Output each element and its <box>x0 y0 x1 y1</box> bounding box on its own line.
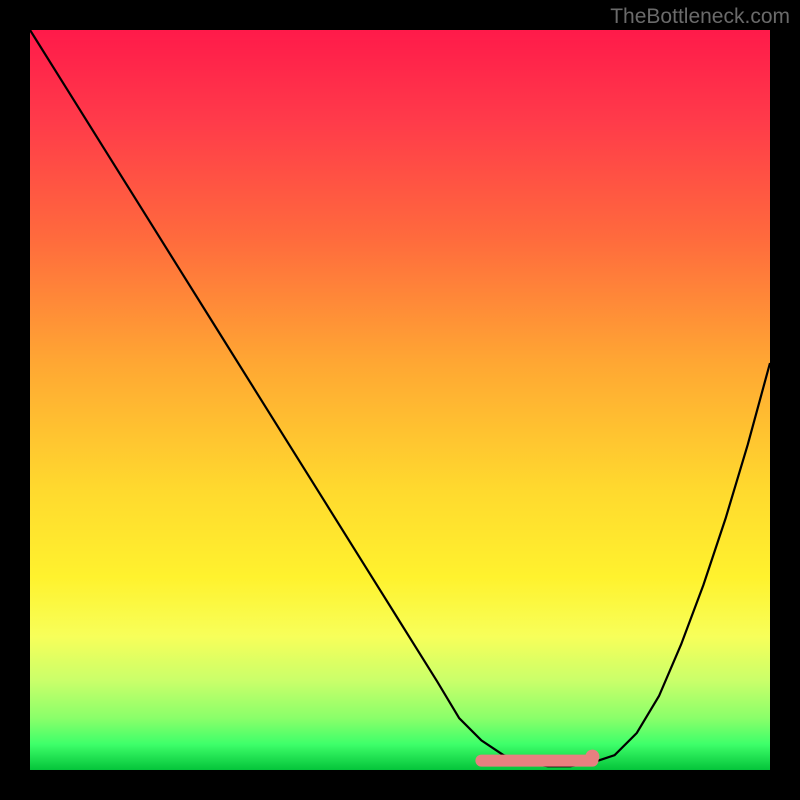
flat-region-end-dot <box>585 750 599 764</box>
chart-plot-area <box>30 30 770 770</box>
watermark-text: TheBottleneck.com <box>610 5 790 29</box>
chart-svg <box>30 30 770 770</box>
bottleneck-curve <box>30 30 770 766</box>
